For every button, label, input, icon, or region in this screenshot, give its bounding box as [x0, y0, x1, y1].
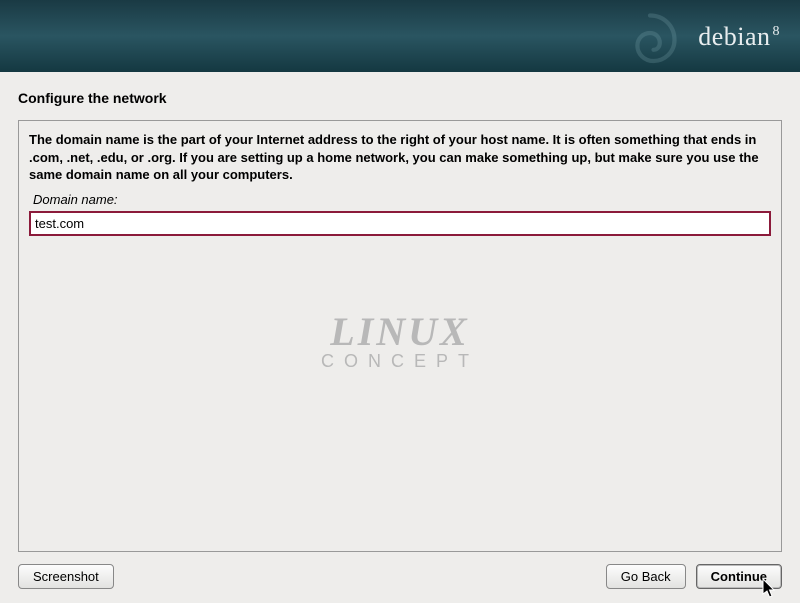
instruction-text: The domain name is the part of your Inte…	[29, 131, 771, 184]
watermark: LINUX CONCEPT	[321, 308, 479, 372]
brand-version: 8	[773, 24, 781, 39]
brand-label: debian8	[698, 22, 780, 52]
main-panel: The domain name is the part of your Inte…	[18, 120, 782, 552]
brand-name: debian	[698, 22, 770, 51]
screenshot-button[interactable]: Screenshot	[18, 564, 114, 589]
page-title: Configure the network	[18, 90, 782, 106]
content-area: Configure the network The domain name is…	[0, 72, 800, 552]
watermark-line1: LINUX	[321, 308, 479, 355]
watermark-line2: CONCEPT	[321, 351, 479, 372]
continue-button[interactable]: Continue	[696, 564, 782, 589]
button-row: Screenshot Go Back Continue	[0, 552, 800, 589]
nav-buttons: Go Back Continue	[606, 564, 782, 589]
domain-field-label: Domain name:	[33, 192, 771, 207]
debian-swirl-icon	[615, 5, 685, 72]
go-back-button[interactable]: Go Back	[606, 564, 686, 589]
installer-banner: debian8	[0, 0, 800, 72]
domain-input[interactable]	[29, 211, 771, 236]
